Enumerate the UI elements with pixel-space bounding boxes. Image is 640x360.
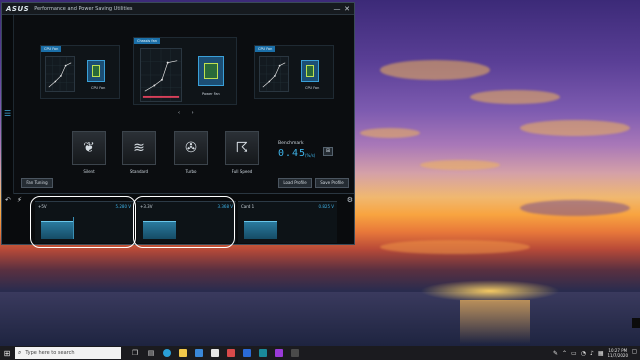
mode-silent-button[interactable]: ❦ Silent: [72, 131, 106, 174]
annotation-circle-5v: [30, 196, 136, 248]
leaf-icon: ❦: [72, 131, 106, 165]
sea: [0, 292, 640, 346]
fan-panel-cpu-right[interactable]: CPU Fan CPU Fan: [254, 45, 334, 99]
cpu-fan-icon: [87, 60, 105, 82]
lightning-icon: ⚡: [17, 196, 22, 204]
mode-full-speed-button[interactable]: ☈ Full Speed: [225, 131, 259, 174]
mode-label: Standard: [129, 169, 149, 174]
search-placeholder: Type here to search: [25, 350, 75, 356]
search-icon: ⌕: [18, 349, 22, 356]
clock-date: 11/7/2020: [607, 353, 628, 358]
fan-curve-svg: [260, 57, 288, 91]
benchmark-unit: (%/s): [305, 153, 316, 158]
fan-curve-graph[interactable]: [45, 56, 75, 92]
app-purple-icon[interactable]: [271, 346, 287, 360]
network-icon[interactable]: ◔: [581, 350, 586, 357]
app-teal-icon[interactable]: [255, 346, 271, 360]
voltage-bar: [244, 221, 277, 239]
wind-icon: ≋: [122, 131, 156, 165]
fan-panel-label: CPU Fan: [305, 86, 320, 90]
store-icon[interactable]: [191, 346, 207, 360]
cpu-fan-icon: [301, 60, 319, 82]
save-profile-button[interactable]: Save Profile: [315, 178, 349, 188]
taskbar-apps: ❐ ▤: [127, 346, 303, 360]
annotation-circle-3v3: [133, 196, 235, 248]
sun: [420, 280, 560, 302]
mode-turbo-button[interactable]: ✇ Turbo: [174, 131, 208, 174]
file-explorer-icon[interactable]: [175, 346, 191, 360]
fan-curve-graph[interactable]: [259, 56, 289, 92]
benchmark-value: 0.45: [278, 148, 307, 159]
fan-panel-tab[interactable]: CPU Fan: [41, 46, 62, 52]
cloud: [520, 200, 630, 216]
cloud: [470, 90, 560, 104]
settings-icon[interactable]: ⚙: [347, 196, 353, 204]
app-dark-icon[interactable]: [287, 346, 303, 360]
close-button[interactable]: ✕: [342, 4, 352, 14]
fan-curve-graph[interactable]: [140, 48, 182, 102]
system-tray: ✎ ⌃ ▭ ◔ ♪ ▦ 10:27 PM 11/7/2020: [553, 346, 628, 360]
fan-panel-tab[interactable]: Chassis fan: [134, 38, 160, 44]
edge-icon[interactable]: [159, 346, 175, 360]
voltage-panel-card1: Card 1 0.825 V: [238, 201, 337, 243]
sun-reflection: [460, 300, 530, 344]
cloud: [520, 120, 630, 136]
fan-curve-svg: [46, 57, 74, 91]
window-titlebar[interactable]: ASUS Performance and Power Saving Utilit…: [2, 3, 354, 15]
battery-icon[interactable]: ▭: [571, 350, 577, 357]
voltage-name: Card 1: [241, 204, 255, 209]
widgets-icon[interactable]: ▤: [143, 346, 159, 360]
pen-icon[interactable]: ✎: [553, 350, 558, 357]
asus-logo: ASUS: [6, 4, 30, 13]
tornado-icon: ☈: [225, 131, 259, 165]
app-red-icon[interactable]: [223, 346, 239, 360]
power-fan-icon: [198, 56, 224, 86]
cloud: [360, 128, 420, 138]
cloud: [380, 60, 490, 80]
load-profile-button[interactable]: Load Profile: [278, 178, 312, 188]
panel-pager-arrows[interactable]: ‹ ›: [178, 110, 199, 116]
mail-icon[interactable]: [207, 346, 223, 360]
chevron-up-icon[interactable]: ⌃: [562, 350, 567, 357]
fan-tuning-button[interactable]: Fan Tuning: [21, 178, 53, 188]
taskbar-search[interactable]: ⌕ Type here to search: [15, 347, 121, 359]
mode-label: Silent: [83, 169, 95, 174]
window-title: Performance and Power Saving Utilities: [34, 5, 133, 12]
fan-panel-chassis[interactable]: Chassis fan Power Fan: [133, 37, 237, 105]
back-arrow-icon[interactable]: ↶: [5, 196, 11, 204]
minimize-button[interactable]: —: [332, 4, 342, 14]
start-button[interactable]: ⊞: [0, 346, 14, 360]
fan-panel-label: CPU Fan: [91, 86, 106, 90]
fan-panel-cpu-left[interactable]: CPU Fan CPU Fan: [40, 45, 120, 99]
clock[interactable]: 10:27 PM 11/7/2020: [607, 348, 628, 358]
left-rail: ☰: [2, 15, 14, 195]
fan-panel-label: Power Fan: [202, 92, 220, 96]
fan-curve-svg: [141, 49, 181, 101]
fan-icon: ✇: [174, 131, 208, 165]
fan-panel-tab[interactable]: CPU Fan: [255, 46, 276, 52]
benchmark-run-button[interactable]: ⊞: [323, 147, 333, 156]
app-blue-icon[interactable]: [239, 346, 255, 360]
benchmark-label: Benchmark: [278, 141, 304, 146]
taskbar: ⊞ ⌕ Type here to search ❐ ▤ ✎ ⌃ ▭ ◔ ♪ ▦ …: [0, 346, 640, 360]
cloud: [380, 240, 530, 254]
mode-label: Full Speed: [231, 169, 253, 174]
menu-icon[interactable]: ☰: [4, 110, 11, 118]
task-view-icon[interactable]: ❐: [127, 346, 143, 360]
volume-icon[interactable]: ♪: [590, 350, 594, 357]
notification-icon[interactable]: ▢: [630, 348, 639, 358]
mode-standard-button[interactable]: ≋ Standard: [122, 131, 156, 174]
desktop-corner: [632, 318, 640, 328]
keyboard-icon[interactable]: ▦: [598, 350, 604, 357]
voltage-value: 0.825 V: [318, 204, 334, 209]
cloud: [420, 160, 500, 170]
mode-label: Turbo: [185, 169, 197, 174]
